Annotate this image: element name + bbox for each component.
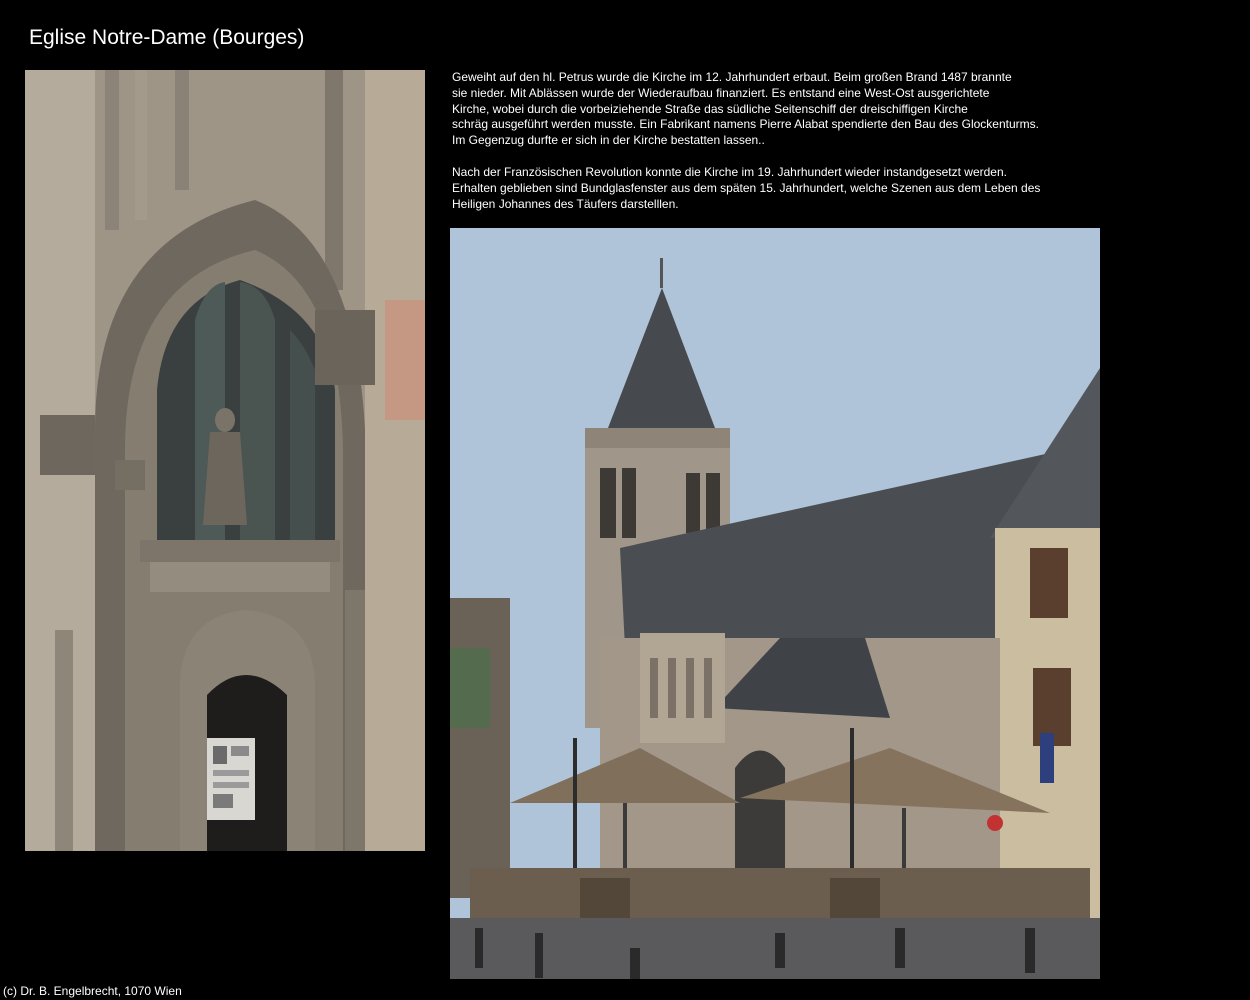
description-text: Geweiht auf den hl. Petrus wurde die Kir… [452,70,1092,228]
page-title: Eglise Notre-Dame (Bourges) [29,26,305,49]
portal-photo [25,70,425,851]
church-exterior-illustration [450,228,1100,979]
church-exterior-photo [450,228,1100,979]
copyright-footer: (c) Dr. B. Engelbrecht, 1070 Wien [3,984,182,998]
description-paragraph-2: Nach der Französischen Revolution konnte… [452,164,1041,211]
portal-illustration [25,70,425,851]
description-paragraph-1: Geweiht auf den hl. Petrus wurde die Kir… [452,70,1039,148]
